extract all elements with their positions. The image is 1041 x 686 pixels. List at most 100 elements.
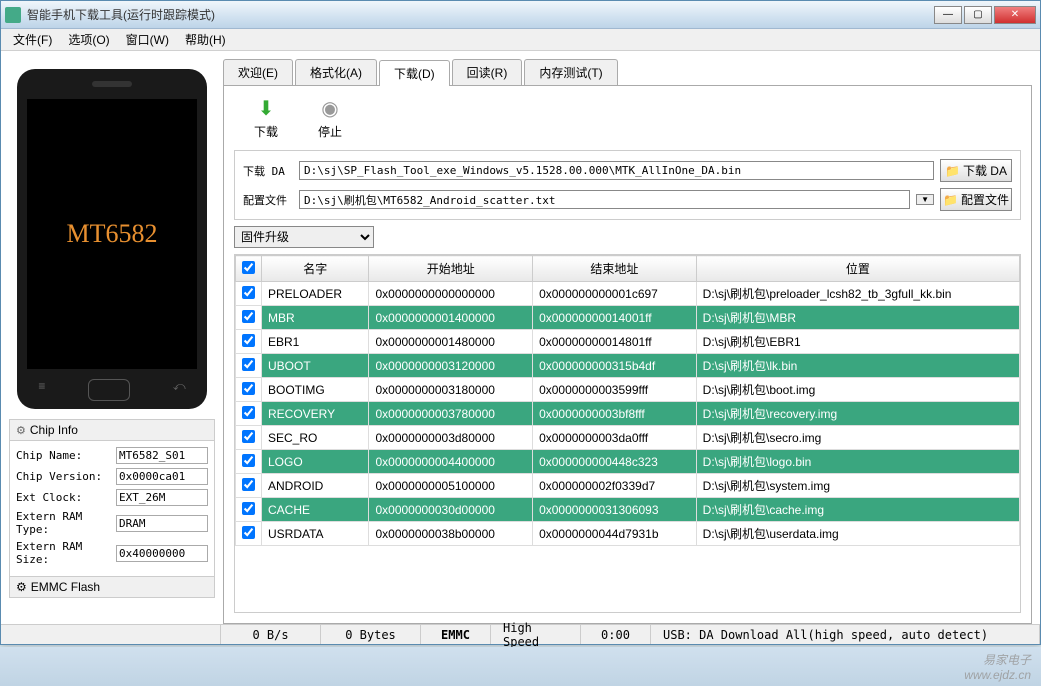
row-checkbox[interactable]	[242, 406, 255, 419]
tab-content: ⬇ 下载 ◉ 停止 下载 DA 📁下载 DA 配置文件	[223, 86, 1032, 624]
col-end[interactable]: 结束地址	[533, 256, 697, 282]
cell-location: D:\sj\刷机包\MBR	[696, 306, 1019, 330]
tab-readback[interactable]: 回读(R)	[452, 59, 523, 85]
row-checkbox[interactable]	[242, 478, 255, 491]
table-row[interactable]: ANDROID0x00000000051000000x000000002f033…	[236, 474, 1020, 498]
col-name[interactable]: 名字	[262, 256, 369, 282]
cell-name: USRDATA	[262, 522, 369, 546]
scatter-path-input[interactable]	[299, 190, 910, 209]
cell-end: 0x000000000448c323	[533, 450, 697, 474]
window-controls: — ▢ ✕	[934, 6, 1036, 24]
cell-location: D:\sj\刷机包\boot.img	[696, 378, 1019, 402]
cell-name: UBOOT	[262, 354, 369, 378]
cell-location: D:\sj\刷机包\secro.img	[696, 426, 1019, 450]
cell-name: EBR1	[262, 330, 369, 354]
chipinfo-row: Chip Version:	[16, 468, 208, 485]
scatter-label: 配置文件	[243, 192, 293, 208]
maximize-button[interactable]: ▢	[964, 6, 992, 24]
mode-select[interactable]: 固件升级	[234, 226, 374, 248]
status-usb: USB: DA Download All(high speed, auto de…	[651, 625, 1040, 644]
col-start[interactable]: 开始地址	[369, 256, 533, 282]
chipinfo-value[interactable]	[116, 489, 208, 506]
cell-start: 0x0000000003120000	[369, 354, 533, 378]
table-row[interactable]: MBR0x00000000014000000x00000000014001ffD…	[236, 306, 1020, 330]
table-row[interactable]: EBR10x00000000014800000x00000000014801ff…	[236, 330, 1020, 354]
row-checkbox[interactable]	[242, 382, 255, 395]
folder-icon: 📁	[943, 193, 958, 207]
status-time: 0:00	[581, 625, 651, 644]
tab-format[interactable]: 格式化(A)	[295, 59, 377, 85]
table-row[interactable]: CACHE0x0000000030d000000x000000003130609…	[236, 498, 1020, 522]
row-checkbox[interactable]	[242, 526, 255, 539]
cell-location: D:\sj\刷机包\lk.bin	[696, 354, 1019, 378]
phone-home-icon	[88, 379, 130, 401]
da-browse-button[interactable]: 📁下载 DA	[940, 159, 1012, 182]
chipinfo-row: Extern RAM Type:	[16, 510, 208, 536]
menu-help[interactable]: 帮助(H)	[177, 29, 234, 50]
cell-start: 0x0000000004400000	[369, 450, 533, 474]
row-checkbox[interactable]	[242, 334, 255, 347]
menu-window[interactable]: 窗口(W)	[118, 29, 177, 50]
cell-end: 0x0000000044d7931b	[533, 522, 697, 546]
cell-name: PRELOADER	[262, 282, 369, 306]
gear-icon: ⚙	[16, 424, 26, 437]
cell-name: ANDROID	[262, 474, 369, 498]
right-panel: 欢迎(E) 格式化(A) 下载(D) 回读(R) 内存测试(T) ⬇ 下载 ◉ …	[223, 51, 1040, 624]
cell-start: 0x0000000001400000	[369, 306, 533, 330]
menu-file[interactable]: 文件(F)	[5, 29, 60, 50]
phone-illustration: MT6582 ≡ ⤺	[17, 69, 207, 409]
col-location[interactable]: 位置	[696, 256, 1019, 282]
row-checkbox[interactable]	[242, 430, 255, 443]
chipinfo-label: Chip Name:	[16, 449, 112, 462]
row-checkbox[interactable]	[242, 502, 255, 515]
cell-start: 0x0000000001480000	[369, 330, 533, 354]
scatter-dropdown-icon[interactable]: ▼	[916, 194, 934, 205]
menu-options[interactable]: 选项(O)	[60, 29, 117, 50]
menubar: 文件(F) 选项(O) 窗口(W) 帮助(H)	[1, 29, 1040, 51]
cell-end: 0x000000002f0339d7	[533, 474, 697, 498]
da-path-input[interactable]	[299, 161, 934, 180]
minimize-button[interactable]: —	[934, 6, 962, 24]
row-checkbox[interactable]	[242, 286, 255, 299]
chipinfo-row: Ext Clock:	[16, 489, 208, 506]
cell-start: 0x0000000000000000	[369, 282, 533, 306]
download-button[interactable]: ⬇ 下载	[254, 96, 278, 140]
stop-icon: ◉	[321, 96, 338, 121]
tab-welcome[interactable]: 欢迎(E)	[223, 59, 293, 85]
download-arrow-icon: ⬇	[258, 96, 275, 121]
table-row[interactable]: SEC_RO0x0000000003d800000x0000000003da0f…	[236, 426, 1020, 450]
col-checkbox[interactable]	[236, 256, 262, 282]
table-row[interactable]: PRELOADER0x00000000000000000x00000000000…	[236, 282, 1020, 306]
cell-end: 0x0000000031306093	[533, 498, 697, 522]
cell-end: 0x00000000014001ff	[533, 306, 697, 330]
row-checkbox[interactable]	[242, 454, 255, 467]
scatter-browse-button[interactable]: 📁配置文件	[940, 188, 1012, 211]
chipinfo-value[interactable]	[116, 545, 208, 562]
close-button[interactable]: ✕	[994, 6, 1036, 24]
table-row[interactable]: UBOOT0x00000000031200000x000000000315b4d…	[236, 354, 1020, 378]
status-storage: EMMC	[421, 625, 491, 644]
chipinfo-value[interactable]	[116, 515, 208, 532]
chipinfo-row: Chip Name:	[16, 447, 208, 464]
row-checkbox[interactable]	[242, 358, 255, 371]
cell-location: D:\sj\刷机包\preloader_lcsh82_tb_3gfull_kk.…	[696, 282, 1019, 306]
tab-download[interactable]: 下载(D)	[379, 60, 450, 86]
stop-button[interactable]: ◉ 停止	[318, 96, 342, 140]
statusbar: 0 B/s 0 Bytes EMMC High Speed 0:00 USB: …	[1, 624, 1040, 644]
chipinfo-value[interactable]	[116, 447, 208, 464]
table-row[interactable]: BOOTIMG0x00000000031800000x0000000003599…	[236, 378, 1020, 402]
left-panel: MT6582 ≡ ⤺ ⚙ Chip Info Chip Name:Chip Ve…	[1, 51, 223, 624]
cell-name: SEC_RO	[262, 426, 369, 450]
chipinfo-value[interactable]	[116, 468, 208, 485]
table-row[interactable]: RECOVERY0x00000000037800000x0000000003bf…	[236, 402, 1020, 426]
app-icon	[5, 7, 21, 23]
row-checkbox[interactable]	[242, 310, 255, 323]
emmc-flash-title: EMMC Flash	[31, 580, 100, 594]
cell-start: 0x0000000038b00000	[369, 522, 533, 546]
table-row[interactable]: LOGO0x00000000044000000x000000000448c323…	[236, 450, 1020, 474]
chipinfo-label: Extern RAM Size:	[16, 540, 112, 566]
table-row[interactable]: USRDATA0x0000000038b000000x0000000044d79…	[236, 522, 1020, 546]
tab-memtest[interactable]: 内存测试(T)	[524, 59, 617, 85]
status-speed: 0 B/s	[221, 625, 321, 644]
titlebar: 智能手机下载工具(运行时跟踪模式) — ▢ ✕	[1, 1, 1040, 29]
